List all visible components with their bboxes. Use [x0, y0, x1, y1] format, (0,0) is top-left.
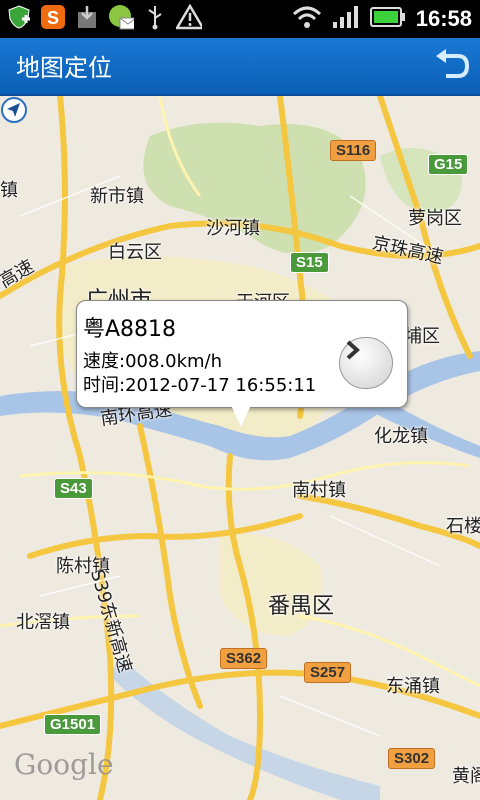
road-shield-s116: S116 — [330, 140, 377, 161]
status-bar: S 16:58 — [0, 0, 480, 38]
map-label-panyu: 番禺区 — [268, 594, 335, 619]
map-label-hualong: 化龙镇 — [374, 426, 428, 447]
title-bar: 地图定位 — [0, 38, 480, 96]
details-button[interactable] — [339, 337, 393, 389]
message-icon — [108, 4, 134, 30]
map-label-luogang: 萝岗区 — [408, 208, 462, 229]
page-title: 地图定位 — [16, 54, 112, 82]
sogou-input-icon: S — [40, 4, 66, 30]
wifi-icon — [292, 5, 322, 33]
map-label-huangpu: 埔区 — [404, 326, 440, 347]
map-label-huangge: 黄阁 — [452, 766, 480, 787]
usb-icon — [142, 4, 168, 30]
map-label-beijiao: 北滘镇 — [16, 612, 70, 633]
map-label-shiqi: 石楼 — [446, 516, 480, 537]
notification-icons: S — [6, 4, 202, 30]
vehicle-info-window[interactable]: 粤A8818 速度:008.0km/h 时间:2012-07-17 16:55:… — [76, 300, 408, 427]
clock: 16:58 — [415, 6, 472, 31]
security-shield-icon — [6, 4, 32, 30]
google-logo: Google — [14, 748, 114, 781]
chevron-right-icon — [346, 340, 361, 360]
map-label-nancun: 南村镇 — [292, 480, 346, 501]
warning-icon — [176, 4, 202, 30]
road-shield-g15: G15 — [428, 154, 469, 175]
map-label-baiyun: 白云区 — [108, 242, 162, 263]
battery-icon — [369, 6, 406, 32]
signal-icon — [332, 5, 360, 33]
road-shield-s15: S15 — [290, 252, 329, 273]
system-icons: 16:58 — [292, 4, 472, 34]
road-shield-s362: S362 — [220, 648, 268, 669]
svg-text:S: S — [47, 8, 59, 28]
road-shield-s43: S43 — [54, 478, 93, 499]
back-button[interactable] — [432, 46, 472, 86]
vehicle-time: 时间:2012-07-17 16:55:11 — [83, 375, 317, 396]
vehicle-plate: 粤A8818 — [83, 317, 177, 342]
map-label-dongchong: 东涌镇 — [386, 676, 440, 697]
download-icon — [74, 4, 100, 30]
vehicle-speed: 速度:008.0km/h — [83, 351, 223, 372]
road-shield-g1501: G1501 — [44, 714, 102, 735]
map-label-xinshi: 新市镇 — [90, 186, 144, 207]
vehicle-location-marker[interactable] — [0, 96, 28, 124]
map-label-zhen-left: 镇 — [0, 180, 18, 201]
map-label-shahe: 沙河镇 — [206, 218, 260, 239]
road-shield-s257: S257 — [304, 662, 352, 683]
road-shield-s302: S302 — [388, 748, 436, 769]
back-arrow-icon — [436, 49, 470, 78]
info-window-pointer — [231, 405, 251, 427]
map-view[interactable]: 新市镇 沙河镇 萝岗区 白云区 广州市 天河区 埔区 南环高速 京珠高速 高速 … — [0, 96, 480, 800]
